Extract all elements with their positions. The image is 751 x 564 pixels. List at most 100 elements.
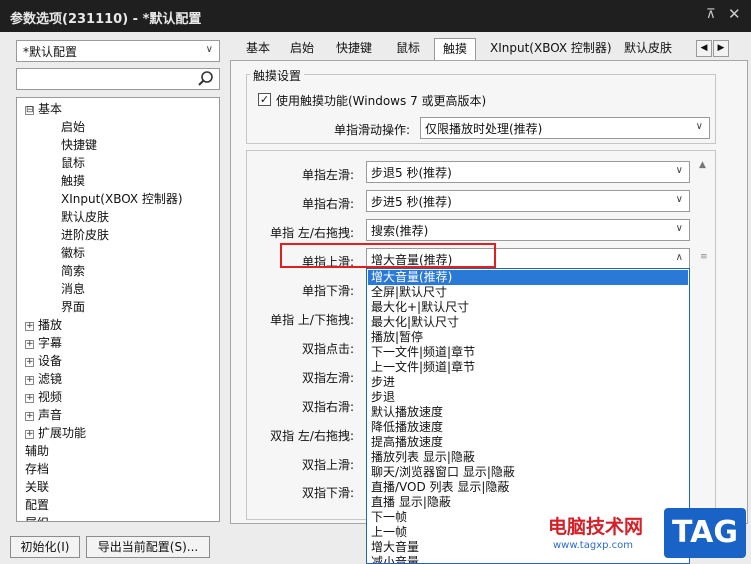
gesture-action-value: 步退5 秒(推荐) bbox=[371, 166, 452, 180]
gesture-list-scrollbar[interactable]: ▲ ≡ bbox=[699, 160, 711, 510]
window-title: 参数选项(231110) - *默认配置 bbox=[10, 12, 202, 27]
expand-icon[interactable]: + bbox=[25, 322, 34, 331]
scroll-grip-icon[interactable]: ≡ bbox=[700, 252, 708, 262]
gesture-action-select[interactable]: 步退5 秒(推荐) ∨ bbox=[366, 161, 690, 183]
tab-1[interactable]: 启始 bbox=[282, 38, 322, 60]
tree-item-label: 字幕 bbox=[38, 336, 63, 350]
dropdown-option[interactable]: 步退 bbox=[368, 390, 688, 405]
enable-touch-checkbox[interactable]: ✓ bbox=[258, 93, 271, 106]
tree-item[interactable]: 属织 bbox=[25, 514, 49, 521]
expand-icon[interactable]: + bbox=[25, 412, 34, 421]
gesture-label: 双指左滑: bbox=[301, 371, 354, 385]
tree-item[interactable]: + 设备 bbox=[25, 352, 62, 370]
tree-item[interactable]: 启始 bbox=[61, 118, 85, 136]
close-icon[interactable]: ✕ bbox=[728, 5, 741, 23]
gesture-action-select[interactable]: 搜索(推荐) ∨ bbox=[366, 219, 690, 241]
dropdown-option[interactable]: 聊天/浏览器窗口 显示|隐蔽 bbox=[368, 465, 688, 480]
tab-strip: 基本 启始 快捷键 鼠标 触摸 XInput(XBOX 控制器) 默认皮肤 ◀ ▶ bbox=[238, 38, 748, 61]
tree-item-label: 关联 bbox=[25, 480, 50, 494]
pin-icon[interactable]: ⊼ bbox=[706, 7, 716, 22]
gesture-action-select[interactable]: 步进5 秒(推荐) ∨ bbox=[366, 190, 690, 212]
tree-item[interactable]: XInput(XBOX 控制器) bbox=[61, 190, 183, 208]
dropdown-option[interactable]: 直播/VOD 列表 显示|隐蔽 bbox=[368, 480, 688, 495]
tree-item[interactable]: 消息 bbox=[61, 280, 85, 298]
tree-item[interactable]: + 滤镜 bbox=[25, 370, 62, 388]
tree-item[interactable]: + 扩展功能 bbox=[25, 424, 86, 442]
dropdown-option[interactable]: 上一文件|频道|章节 bbox=[368, 360, 688, 375]
dropdown-option[interactable]: 播放列表 显示|隐蔽 bbox=[368, 450, 688, 465]
chevron-up-icon: ∧ bbox=[675, 252, 683, 263]
tab-5[interactable]: XInput(XBOX 控制器) bbox=[482, 38, 620, 60]
gesture-label: 单指下滑: bbox=[301, 284, 354, 298]
tree-item-label: 简索 bbox=[61, 264, 86, 278]
chevron-down-icon: ∨ bbox=[205, 44, 213, 55]
dropdown-option[interactable]: 最大化|默认尺寸 bbox=[368, 315, 688, 330]
tree-item[interactable]: 鼠标 bbox=[61, 154, 85, 172]
search-input[interactable] bbox=[16, 68, 220, 90]
dropdown-option[interactable]: 步进 bbox=[368, 375, 688, 390]
dropdown-option[interactable]: 增大音量(推荐) bbox=[368, 270, 688, 285]
scroll-up-icon[interactable]: ▲ bbox=[699, 160, 706, 170]
expand-icon[interactable]: + bbox=[25, 376, 34, 385]
watermark-logo: TAG bbox=[664, 508, 746, 558]
tree-item-label: 徽标 bbox=[61, 246, 86, 260]
dropdown-option[interactable]: 增大音量 bbox=[368, 540, 688, 555]
dropdown-option[interactable]: 降低播放速度 bbox=[368, 420, 688, 435]
tree-item[interactable]: ⊟ 基本 bbox=[25, 100, 62, 118]
tree-item[interactable]: 进阶皮肤 bbox=[61, 226, 109, 244]
tree-item[interactable]: 辅助 bbox=[25, 442, 49, 460]
collapse-icon[interactable]: ⊟ bbox=[25, 106, 34, 115]
tree-item[interactable]: 默认皮肤 bbox=[61, 208, 109, 226]
single-slide-value: 仅限播放时处理(推荐) bbox=[425, 122, 543, 136]
expand-icon[interactable]: + bbox=[25, 430, 34, 439]
dropdown-option[interactable]: 全屏|默认尺寸 bbox=[368, 285, 688, 300]
tree-item[interactable]: 存档 bbox=[25, 460, 49, 478]
dropdown-option[interactable]: 最大化+|默认尺寸 bbox=[368, 300, 688, 315]
tree-item[interactable]: + 播放 bbox=[25, 316, 62, 334]
watermark-url: www.tagxp.com bbox=[553, 540, 633, 551]
tree-item[interactable]: 关联 bbox=[25, 478, 49, 496]
tree-item[interactable]: + 视频 bbox=[25, 388, 62, 406]
gesture-label: 单指 左/右拖拽: bbox=[270, 226, 354, 240]
tree-item-label: 视频 bbox=[38, 390, 63, 404]
dropdown-option[interactable]: 默认播放速度 bbox=[368, 405, 688, 420]
tab-scroll-right-icon[interactable]: ▶ bbox=[713, 40, 729, 57]
dropdown-option[interactable]: 直播 显示|隐蔽 bbox=[368, 495, 688, 510]
enable-touch-label[interactable]: 使用触摸功能(Windows 7 或更高版本) bbox=[276, 92, 486, 109]
gesture-label: 双指下滑: bbox=[301, 486, 354, 500]
tab-2[interactable]: 快捷键 bbox=[328, 38, 380, 60]
chevron-down-icon: ∨ bbox=[675, 194, 683, 205]
expand-icon[interactable]: + bbox=[25, 394, 34, 403]
dropdown-option[interactable]: 下一文件|频道|章节 bbox=[368, 345, 688, 360]
expand-icon[interactable]: + bbox=[25, 340, 34, 349]
gesture-label: 单指左滑: bbox=[301, 168, 354, 182]
tree-item-label: 声音 bbox=[38, 408, 63, 422]
tab-6[interactable]: 默认皮肤 bbox=[616, 38, 680, 60]
init-button[interactable]: 初始化(I) bbox=[10, 536, 80, 558]
expand-icon[interactable]: + bbox=[25, 358, 34, 367]
tab-3[interactable]: 鼠标 bbox=[388, 38, 428, 60]
tree-item[interactable]: + 字幕 bbox=[25, 334, 62, 352]
tree-item[interactable]: 触摸 bbox=[61, 172, 85, 190]
tree-item[interactable]: 徽标 bbox=[61, 244, 85, 262]
dropdown-option[interactable]: 提高播放速度 bbox=[368, 435, 688, 450]
dropdown-option[interactable]: 播放|暂停 bbox=[368, 330, 688, 345]
dropdown-option[interactable]: 减小音量 bbox=[368, 555, 688, 563]
tree-item[interactable]: 界面 bbox=[61, 298, 85, 316]
chevron-down-icon: ∨ bbox=[695, 121, 703, 132]
tree-item[interactable]: 简索 bbox=[61, 262, 85, 280]
tab-scroll-left-icon[interactable]: ◀ bbox=[696, 40, 712, 57]
search-icon[interactable] bbox=[197, 70, 215, 88]
profile-select[interactable]: *默认配置 ∨ bbox=[16, 40, 220, 62]
chevron-down-icon: ∨ bbox=[675, 165, 683, 176]
tree-item[interactable]: + 声音 bbox=[25, 406, 62, 424]
export-config-button[interactable]: 导出当前配置(S)... bbox=[86, 536, 210, 558]
settings-tree[interactable]: ⊟ 基本 启始 快捷键 鼠标 触摸 XInput(XBOX 控制器) 默认皮肤 进阶皮肤徽标简索… bbox=[16, 97, 220, 522]
tree-item-label: 辅助 bbox=[25, 444, 50, 458]
tab-4[interactable]: 触摸 bbox=[434, 38, 477, 61]
gesture-label: 双指右滑: bbox=[301, 400, 354, 414]
tree-item[interactable]: 配置 bbox=[25, 496, 49, 514]
tree-item[interactable]: 快捷键 bbox=[61, 136, 97, 154]
single-slide-select[interactable]: 仅限播放时处理(推荐) ∨ bbox=[420, 117, 710, 139]
tab-0[interactable]: 基本 bbox=[238, 38, 278, 60]
